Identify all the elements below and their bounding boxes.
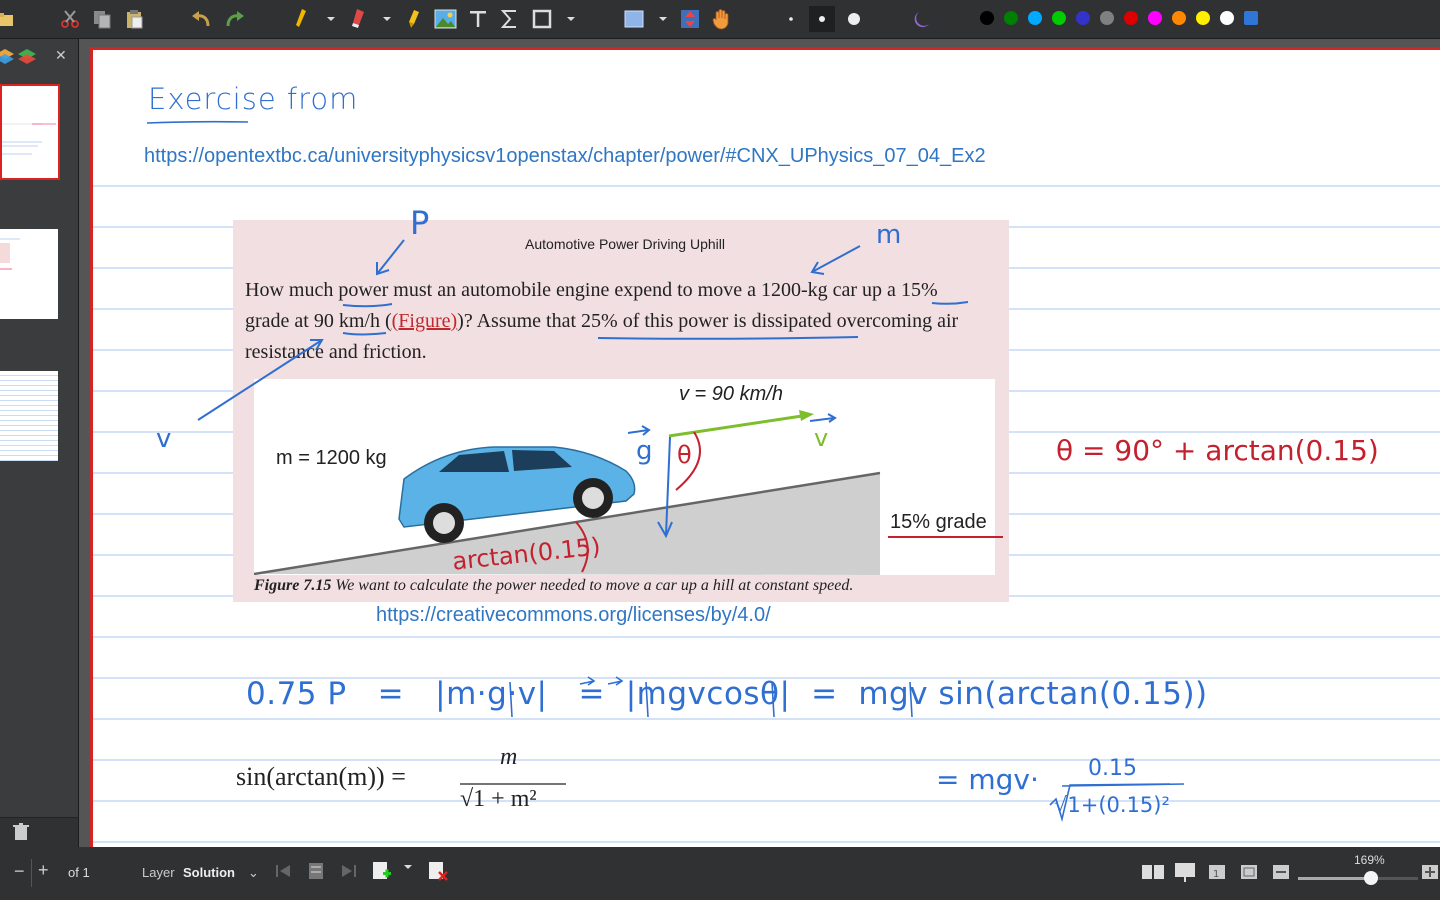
annotation-theta: θ xyxy=(677,441,692,469)
annotation-p: P xyxy=(410,204,430,242)
new-layer-icon[interactable] xyxy=(371,860,393,885)
new-layer-dropdown-icon[interactable] xyxy=(402,861,414,876)
next-page-button[interactable]: + xyxy=(38,860,49,881)
delete-layer-icon[interactable] xyxy=(427,860,449,885)
status-bar: − + of 1 Layer Solution ⌄ 1 169% xyxy=(0,847,1440,900)
zoom-in-icon[interactable] xyxy=(1420,863,1440,884)
zoom-slider-handle[interactable] xyxy=(1364,871,1378,885)
layer-visible-icon[interactable] xyxy=(306,861,326,884)
identity-numerator: m xyxy=(500,744,518,770)
last-layer-icon[interactable] xyxy=(338,861,358,884)
result-prefix: = mgv· xyxy=(936,763,1039,796)
zoom-slider-fill xyxy=(1298,877,1373,880)
annotation-v-vector: v xyxy=(814,424,829,452)
theta-equation: θ = 90° + arctan(0.15) xyxy=(1056,434,1379,467)
two-page-view-icon[interactable] xyxy=(1141,863,1165,884)
page-count: of 1 xyxy=(68,865,90,880)
result-denominator: √1+(0.15)² xyxy=(1054,793,1170,817)
identity-lhs: sin(arctan(m)) = xyxy=(236,762,413,791)
zoom-slider-track[interactable] xyxy=(1298,877,1418,880)
result-numerator: 0.15 xyxy=(1088,756,1137,781)
annotation-v: v xyxy=(156,424,172,454)
layer-label: Layer xyxy=(142,865,175,880)
layer-select[interactable]: Solution xyxy=(183,865,235,880)
zoom-out-icon[interactable] xyxy=(1271,863,1291,884)
presentation-view-icon[interactable] xyxy=(1173,861,1197,886)
identity-denominator: √1 + m² xyxy=(460,786,537,812)
annotation-g: g xyxy=(636,436,653,466)
layer-dropdown-icon[interactable]: ⌄ xyxy=(248,865,259,881)
svg-text:1: 1 xyxy=(1213,869,1219,880)
zoom-level: 169% xyxy=(1354,853,1385,867)
power-equation: 0.75 P = |m·g·v| = |mgvcosθ| = mgv sin(a… xyxy=(246,676,1208,712)
zoom-100-icon[interactable]: 1 xyxy=(1207,863,1227,884)
annotation-m: m xyxy=(876,220,902,250)
prev-page-button[interactable]: − xyxy=(14,861,25,882)
zoom-fit-icon[interactable] xyxy=(1239,863,1259,884)
first-layer-icon[interactable] xyxy=(274,861,294,884)
